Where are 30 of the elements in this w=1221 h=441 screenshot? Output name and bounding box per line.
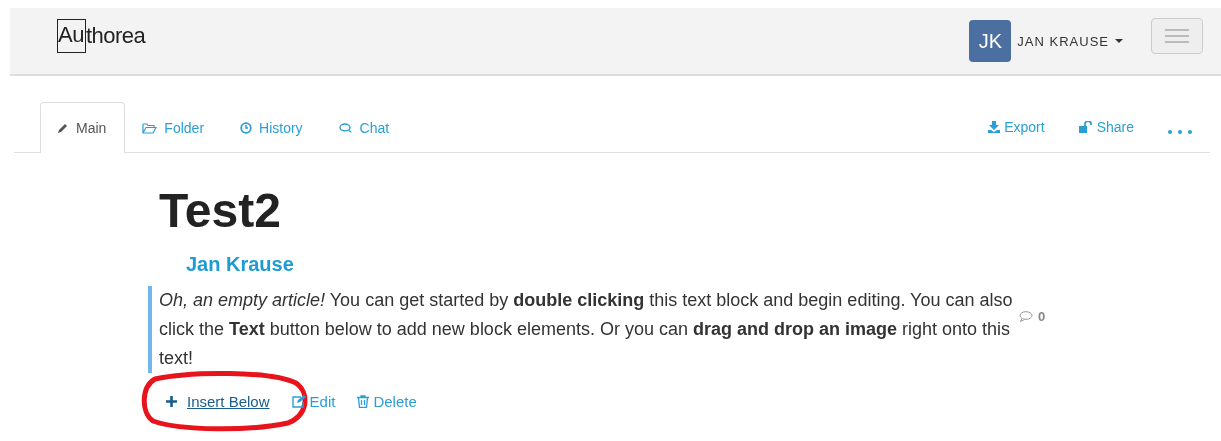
pencil-icon [57,122,69,134]
trash-icon [357,394,370,408]
folder-icon [142,122,158,134]
download-icon [988,121,1001,133]
article-title: Test2 [159,183,282,239]
user-menu[interactable]: JAN KRAUSE [1017,33,1123,49]
edit-link[interactable]: Edit [291,392,336,410]
delete-link[interactable]: Delete [357,392,417,410]
plus-icon [166,395,177,407]
unlock-icon [1078,121,1093,133]
author-link[interactable]: Jan Krause [186,253,294,276]
more-icon [1168,130,1192,134]
chat-icon [338,122,353,134]
comment-icon [1019,310,1033,322]
tab[interactable]: History [223,102,322,153]
clock-icon [240,122,253,134]
menu-icon [1165,29,1189,43]
tab[interactable]: Folder [125,102,224,153]
edit-icon [291,394,306,408]
comment-count[interactable]: 0 [1019,308,1046,324]
tab[interactable]: Chat [321,102,409,153]
menu-button[interactable] [1151,18,1203,54]
block-text: Oh, an empty article! You can get started by double clicking this text block and begin editing. You can also click the Text button below to add new block elements. Or you can drag and drop an image right onto this text! [159,289,1014,370]
tab[interactable]: Main [40,102,126,153]
share-link[interactable]: Share [1078,102,1134,152]
user-avatar[interactable]: JK [969,20,1012,62]
export-link[interactable]: Export [988,102,1045,152]
caret-icon [1115,39,1123,43]
insert-below-link[interactable]: Insert Below [166,392,270,410]
logo[interactable]: Authorea [57,19,146,53]
